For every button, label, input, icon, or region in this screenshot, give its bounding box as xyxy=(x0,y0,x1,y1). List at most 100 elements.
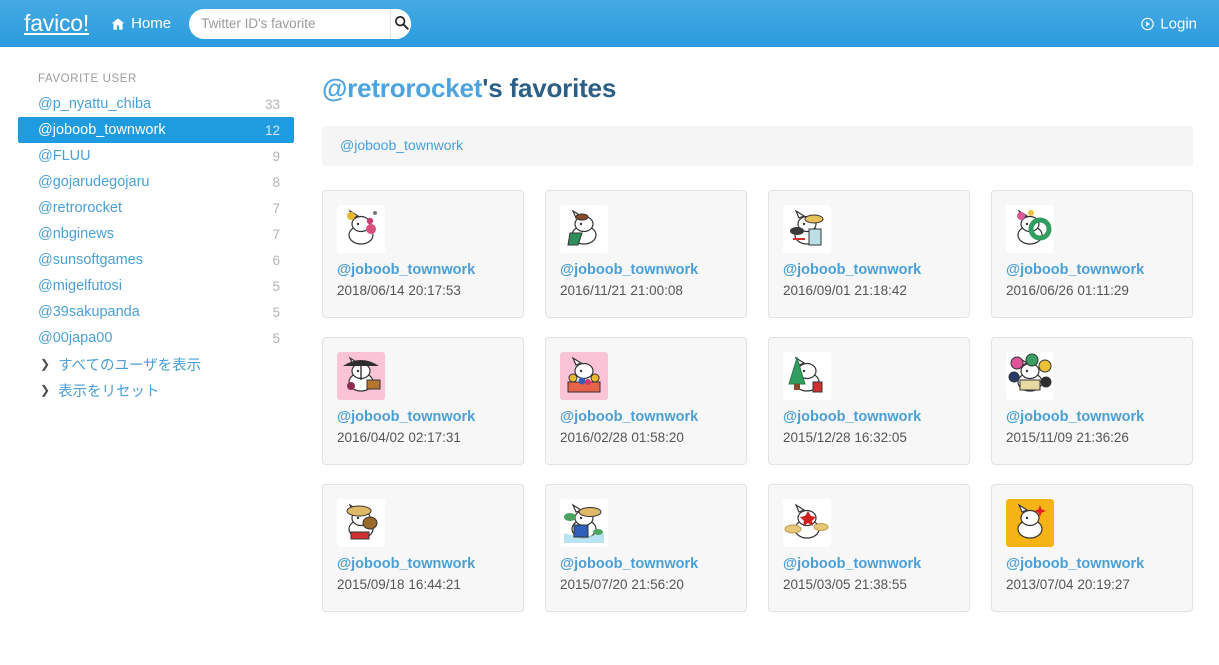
sidebar-user-item[interactable]: @p_nyattu_chiba 33 xyxy=(18,91,294,117)
sidebar-action-label: すべてのユーザを表示 xyxy=(58,357,202,374)
favorite-thumbnail-icon[interactable] xyxy=(337,205,385,253)
sidebar-user-name: @FLUU xyxy=(38,148,91,164)
favorite-card-user-link[interactable]: @joboob_townwork xyxy=(560,262,732,278)
favorite-card-user-link[interactable]: @joboob_townwork xyxy=(1006,409,1178,425)
favorite-card-date: 2015/12/28 16:32:05 xyxy=(783,430,907,445)
favorite-card: @joboob_townwork 2016/04/02 02:17:31 xyxy=(322,337,524,465)
favorite-card: @joboob_townwork 2015/03/05 21:38:55 xyxy=(768,484,970,612)
favorite-thumbnail-icon[interactable] xyxy=(783,205,831,253)
page-title-handle: @retrorocket xyxy=(322,73,483,103)
sidebar-title: FAVORITE USER xyxy=(38,73,137,85)
favorite-card-user-link[interactable]: @joboob_townwork xyxy=(1006,262,1178,278)
favorite-card-user-link[interactable]: @joboob_townwork xyxy=(783,409,955,425)
sidebar-user-count: 8 xyxy=(272,174,280,190)
sidebar-user-item[interactable]: @joboob_townwork 12 xyxy=(18,117,294,143)
favorite-card: @joboob_townwork 2015/09/18 16:44:21 xyxy=(322,484,524,612)
favorite-card: @joboob_townwork 2015/12/28 16:32:05 xyxy=(768,337,970,465)
favorite-thumbnail-icon[interactable] xyxy=(1006,352,1054,400)
favorite-card: @joboob_townwork 2016/09/01 21:18:42 xyxy=(768,190,970,318)
favorite-thumbnail-icon[interactable] xyxy=(783,499,831,547)
favorite-card-user-link[interactable]: @joboob_townwork xyxy=(783,556,955,572)
favorite-card: @joboob_townwork 2015/07/20 21:56:20 xyxy=(545,484,747,612)
favorite-thumbnail-icon[interactable] xyxy=(337,499,385,547)
sidebar-user-name: @joboob_townwork xyxy=(38,122,166,138)
page-title: @retrorocket's favorites xyxy=(322,73,1193,104)
home-icon xyxy=(111,17,125,31)
favorite-card-date: 2015/11/09 21:36:26 xyxy=(1006,430,1129,445)
favorite-thumbnail-icon[interactable] xyxy=(560,205,608,253)
sidebar-user-count: 33 xyxy=(264,96,280,112)
favorite-card-date: 2016/06/26 01:11:29 xyxy=(1006,283,1129,298)
sidebar-user-count: 5 xyxy=(272,330,280,346)
favorite-card-date: 2015/03/05 21:38:55 xyxy=(783,577,907,592)
favorite-card: @joboob_townwork 2013/07/04 20:19:27 xyxy=(991,484,1193,612)
favorite-card-user-link[interactable]: @joboob_townwork xyxy=(783,262,955,278)
favorite-card: @joboob_townwork 2016/06/26 01:11:29 xyxy=(991,190,1193,318)
filter-user-link[interactable]: @joboob_townwork xyxy=(340,137,463,153)
chevron-right-icon: ❯ xyxy=(40,383,51,397)
favorite-card-user-link[interactable]: @joboob_townwork xyxy=(1006,556,1178,572)
sidebar-user-count: 9 xyxy=(272,148,280,164)
login-link[interactable]: Login xyxy=(1141,15,1197,32)
favorite-card: @joboob_townwork 2016/02/28 01:58:20 xyxy=(545,337,747,465)
sidebar-user-count: 7 xyxy=(272,200,280,216)
search-input[interactable] xyxy=(189,8,391,39)
sidebar-user-item[interactable]: @00japa00 5 xyxy=(18,325,294,351)
sidebar-user-count: 7 xyxy=(272,226,280,242)
sidebar-user-name: @migelfutosi xyxy=(38,278,123,294)
nav-home-label: Home xyxy=(131,15,172,32)
favorite-card-user-link[interactable]: @joboob_townwork xyxy=(337,556,509,572)
filter-bar: @joboob_townwork xyxy=(322,126,1193,166)
sidebar-user-count: 5 xyxy=(272,304,280,320)
chevron-right-icon: ❯ xyxy=(40,357,51,371)
sidebar-action-item[interactable]: ❯ すべてのユーザを表示 xyxy=(18,351,294,377)
main-content: @retrorocket's favorites @joboob_townwor… xyxy=(312,47,1219,665)
search-button[interactable] xyxy=(390,8,412,39)
sidebar-user-item[interactable]: @nbginews 7 xyxy=(18,221,294,247)
favorite-card-user-link[interactable]: @joboob_townwork xyxy=(560,556,732,572)
sidebar-user-name: @00japa00 xyxy=(38,330,113,346)
favorite-card-date: 2016/11/21 21:00:08 xyxy=(560,283,683,298)
sidebar-user-item[interactable]: @migelfutosi 5 xyxy=(18,273,294,299)
favorite-card-date: 2013/07/04 20:19:27 xyxy=(1006,577,1130,592)
sidebar-action-item[interactable]: ❯ 表示をリセット xyxy=(18,377,294,403)
favorite-thumbnail-icon[interactable] xyxy=(560,352,608,400)
favorite-thumbnail-icon[interactable] xyxy=(1006,499,1054,547)
sidebar-user-name: @p_nyattu_chiba xyxy=(38,96,152,112)
favorite-card-date: 2016/04/02 02:17:31 xyxy=(337,430,461,445)
favorite-card-date: 2016/02/28 01:58:20 xyxy=(560,430,684,445)
sidebar-user-count: 6 xyxy=(272,252,280,268)
sidebar-user-item[interactable]: @gojarudegojaru 8 xyxy=(18,169,294,195)
page-body: FAVORITE USER @p_nyattu_chiba 33 @joboob_t… xyxy=(0,47,1219,665)
search-icon xyxy=(394,15,409,33)
sidebar-user-item[interactable]: @FLUU 9 xyxy=(18,143,294,169)
favorite-card-date: 2016/09/01 21:18:42 xyxy=(783,283,907,298)
favorite-card-user-link[interactable]: @joboob_townwork xyxy=(337,409,509,425)
favorite-card-user-link[interactable]: @joboob_townwork xyxy=(337,262,509,278)
sidebar-user-name: @gojarudegojaru xyxy=(38,174,150,190)
favorite-card-date: 2015/07/20 21:56:20 xyxy=(560,577,684,592)
sidebar-user-name: @sunsoftgames xyxy=(38,252,143,268)
login-label: Login xyxy=(1160,15,1197,32)
sidebar-user-item[interactable]: @39sakupanda 5 xyxy=(18,299,294,325)
favorite-card: @joboob_townwork 2016/11/21 21:00:08 xyxy=(545,190,747,318)
sidebar-user-item[interactable]: @sunsoftgames 6 xyxy=(18,247,294,273)
search-box xyxy=(189,8,412,39)
sidebar-actions: ❯ すべてのユーザを表示 ❯ 表示をリセット xyxy=(18,351,294,403)
sidebar-user-item[interactable]: @retrorocket 7 xyxy=(18,195,294,221)
sidebar-user-name: @nbginews xyxy=(38,226,114,242)
favorite-thumbnail-icon[interactable] xyxy=(337,352,385,400)
favorite-card: @joboob_townwork 2015/11/09 21:36:26 xyxy=(991,337,1193,465)
page-title-suffix: 's favorites xyxy=(482,73,617,103)
sidebar-user-name: @retrorocket xyxy=(38,200,123,216)
brand-logo[interactable]: favico! xyxy=(24,12,89,35)
favorite-thumbnail-icon[interactable] xyxy=(783,352,831,400)
nav-home-link[interactable]: Home xyxy=(111,15,171,32)
login-circle-play-icon xyxy=(1141,17,1155,30)
favorite-card-user-link[interactable]: @joboob_townwork xyxy=(560,409,732,425)
favorite-thumbnail-icon[interactable] xyxy=(1006,205,1054,253)
sidebar-user-name: @39sakupanda xyxy=(38,304,140,320)
favorite-thumbnail-icon[interactable] xyxy=(560,499,608,547)
sidebar-user-count: 5 xyxy=(272,278,280,294)
favorite-card-date: 2015/09/18 16:44:21 xyxy=(337,577,461,592)
